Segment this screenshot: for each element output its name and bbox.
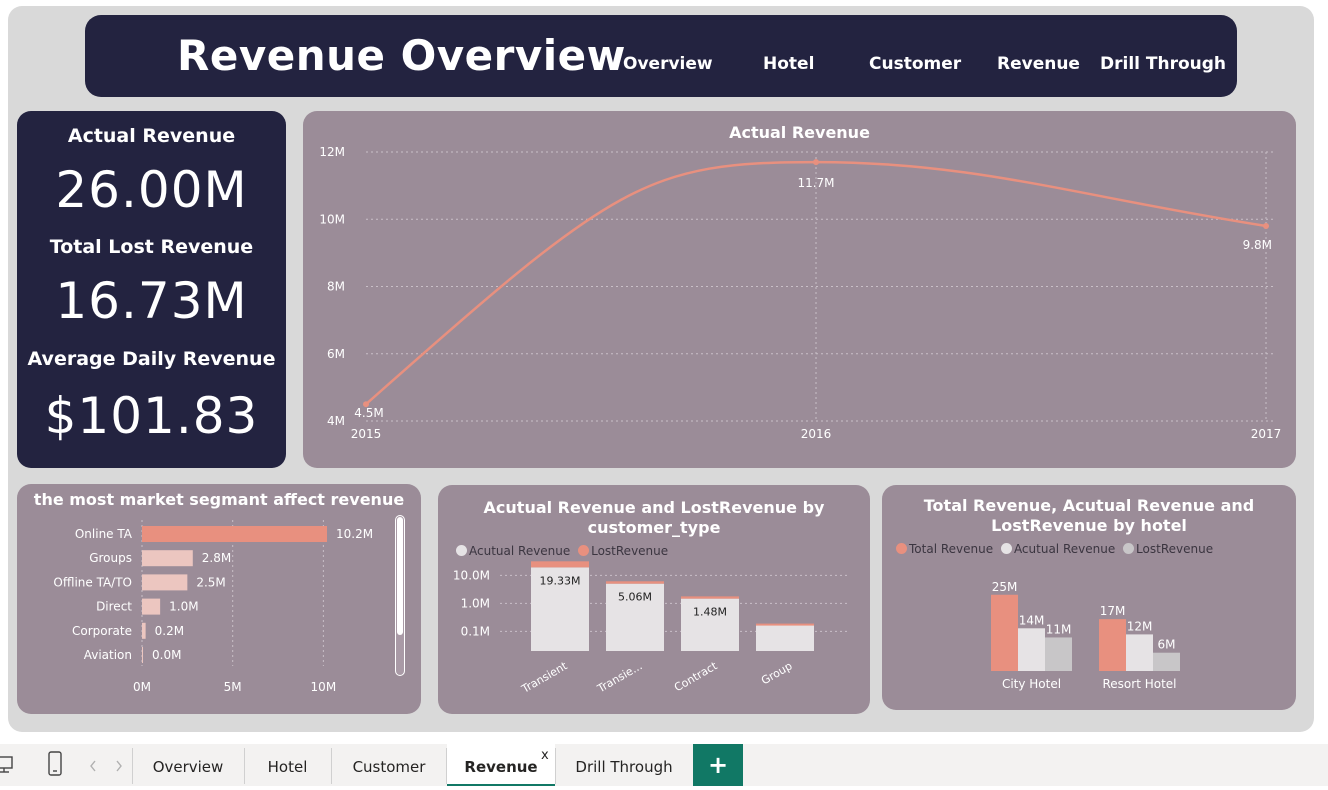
lost-revenue-bar xyxy=(681,596,739,599)
value-label: 2.8M xyxy=(202,551,231,565)
y-tick-label: 12M xyxy=(319,145,345,159)
hotel-revenue-bar-chart: 25M 14M11M City Hotel 17M12M 6M Resort Hotel xyxy=(991,580,1180,691)
y-tick-label: 0.1M xyxy=(461,624,490,638)
category-label: City Hotel xyxy=(1002,677,1061,691)
hotel-bar xyxy=(991,594,1018,671)
segment-bar xyxy=(142,526,327,542)
nav-customer-button[interactable]: Customer xyxy=(869,54,961,74)
market-segment-card: the most market segmant affect revenue 0… xyxy=(17,484,421,714)
lost-revenue-bar xyxy=(531,561,589,568)
hotel-bar xyxy=(1099,619,1126,671)
category-label: Resort Hotel xyxy=(1102,677,1176,691)
lost-revenue-label: Total Lost Revenue xyxy=(49,236,254,258)
nav-hotel-button[interactable]: Hotel xyxy=(763,54,814,74)
data-label: 4.5M xyxy=(354,406,383,420)
hotel-bar xyxy=(1126,634,1153,671)
data-label: 9.8M xyxy=(1243,238,1272,252)
category-label: Online TA xyxy=(75,527,133,541)
chevron-left-icon[interactable] xyxy=(88,759,98,773)
hotel-bar xyxy=(1153,652,1180,671)
category-label: Aviation xyxy=(84,648,132,662)
x-tick-label: 2017 xyxy=(1251,427,1282,441)
data-point xyxy=(1263,222,1269,229)
customer-type-card: Acutual Revenue and LostRevenue by custo… xyxy=(438,485,870,714)
tab-drill-through[interactable]: Drill Through xyxy=(556,744,692,786)
market-segment-bar-chart: 0M 5M 10M Online TA 10.2M Groups 2.8M Offline T… xyxy=(53,520,373,694)
category-label: Direct xyxy=(96,600,132,614)
segment-bar xyxy=(142,574,188,591)
y-tick-label: 10.0M xyxy=(453,568,490,582)
x-tick-label: 10M xyxy=(311,680,337,694)
bar-value-label: 17M xyxy=(1100,604,1126,618)
page-title: Revenue Overview xyxy=(177,31,626,80)
x-tick-label: 0M xyxy=(133,680,151,694)
chevron-right-icon[interactable] xyxy=(114,759,124,773)
hotel-revenue-card: Total Revenue, Acutual Revenue and LostR… xyxy=(882,485,1296,710)
segment-bar xyxy=(142,622,146,639)
kpi-card: Actual Revenue 26.00M Total Lost Revenue… xyxy=(17,111,286,468)
segment-bar xyxy=(142,647,143,663)
bar-value-label: 14M xyxy=(1019,613,1045,627)
header-banner: Revenue Overview Overview Hotel Customer… xyxy=(85,15,1237,97)
bar-value-label: 11M xyxy=(1046,622,1072,636)
tab-revenue[interactable]: Revenue xyxy=(447,744,555,786)
hotel-bar xyxy=(1045,637,1072,671)
desktop-view-icon[interactable] xyxy=(0,754,18,774)
x-tick-label: 5M xyxy=(224,680,242,694)
actual-revenue-bar xyxy=(756,624,814,651)
value-label: 2.5M xyxy=(196,575,225,589)
segment-bar xyxy=(142,550,193,567)
category-label: Corporate xyxy=(72,624,132,638)
actual-revenue-line-card: Actual Revenue 12M 10M 8M 6M 4M 2015 2016 2017 4… xyxy=(303,111,1296,468)
category-label: Transie... xyxy=(594,659,644,695)
data-label: 11.7M xyxy=(797,176,834,190)
bar-value-label: 5.06M xyxy=(618,591,652,604)
hotel-bar xyxy=(1018,628,1045,671)
y-tick-label: 8M xyxy=(327,280,345,294)
bar-value-label: 19.33M xyxy=(540,574,581,587)
nav-drill-through-button[interactable]: Drill Through xyxy=(1100,54,1226,74)
close-tab-icon[interactable]: x xyxy=(541,748,549,763)
actual-revenue-label: Actual Revenue xyxy=(67,125,236,147)
category-label: Transient xyxy=(519,659,570,696)
nav-revenue-button[interactable]: Revenue xyxy=(997,54,1080,74)
scrollbar-thumb[interactable] xyxy=(397,517,403,635)
tab-overview[interactable]: Overview xyxy=(133,744,243,786)
lost-revenue-value: 16.73M xyxy=(55,272,248,330)
tab-hotel[interactable]: Hotel xyxy=(245,744,330,786)
category-label: Offline TA/TO xyxy=(53,575,132,589)
data-point xyxy=(813,159,819,166)
bar-value-label: 25M xyxy=(992,580,1018,594)
value-label: 0.2M xyxy=(155,624,184,638)
lost-revenue-bar xyxy=(606,581,664,584)
y-tick-label: 10M xyxy=(319,212,345,226)
actual-revenue-line-chart: 12M 10M 8M 6M 4M 2015 2016 2017 4.5M 11.7M 9.8M xyxy=(319,145,1282,441)
bar-value-label: 6M xyxy=(1158,638,1176,652)
y-tick-label: 6M xyxy=(327,347,345,361)
y-tick-label: 1.0M xyxy=(461,596,490,610)
avg-daily-revenue-label: Average Daily Revenue xyxy=(27,348,276,370)
value-label: 10.2M xyxy=(336,527,373,541)
category-label: Group xyxy=(759,659,795,687)
lost-revenue-bar xyxy=(756,623,814,626)
bar-value-label: 1.48M xyxy=(693,606,727,619)
bar-value-label: 12M xyxy=(1127,619,1153,633)
page-tab-bar: Overview Hotel Customer Revenue x Drill … xyxy=(0,744,1328,786)
mobile-view-icon[interactable] xyxy=(47,751,63,777)
y-tick-label: 4M xyxy=(327,414,345,428)
value-label: 0.0M xyxy=(152,648,181,662)
avg-daily-revenue-value: $101.83 xyxy=(44,387,259,445)
segment-chart-scrollbar[interactable] xyxy=(395,515,405,676)
category-label: Groups xyxy=(89,551,132,565)
x-tick-label: 2015 xyxy=(351,427,382,441)
value-label: 1.0M xyxy=(169,600,198,614)
x-tick-label: 2016 xyxy=(801,427,832,441)
segment-bar xyxy=(142,598,161,615)
category-label: Contract xyxy=(672,659,720,694)
add-page-button[interactable]: + xyxy=(693,744,743,786)
actual-revenue-value: 26.00M xyxy=(55,161,248,219)
customer-type-bar-chart: 10.0M 1.0M 0.1M 19.33M Transient 5.06M Transie… xyxy=(453,561,848,696)
tab-customer[interactable]: Customer xyxy=(332,744,446,786)
nav-overview-button[interactable]: Overview xyxy=(623,54,713,74)
